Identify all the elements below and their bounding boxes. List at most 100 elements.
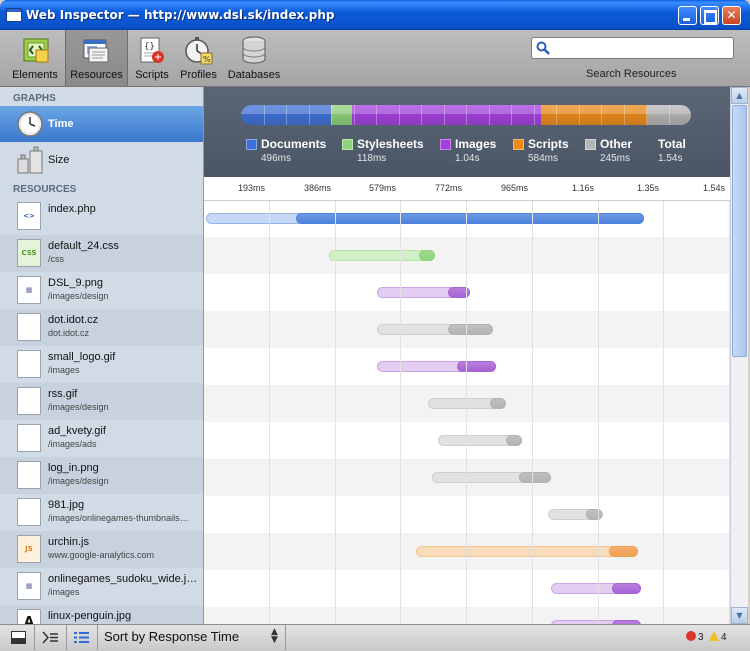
legend-label: Other <box>600 137 633 151</box>
legend-value: 118ms <box>357 153 387 164</box>
error-count[interactable]: 3 <box>686 631 704 643</box>
scroll-up-button[interactable]: ▲ <box>731 87 748 104</box>
minimize-button[interactable] <box>678 6 697 25</box>
timeline-row[interactable] <box>204 274 730 311</box>
timeline-row[interactable] <box>204 422 730 459</box>
legend-label: Stylesheets <box>357 137 424 151</box>
resource-item[interactable]: JS urchin.js www.google-analytics.com <box>0 531 203 568</box>
timeline-divider <box>466 177 467 624</box>
weights-icon <box>17 146 43 174</box>
error-icon <box>686 631 696 641</box>
timeline-download-bar <box>518 472 551 483</box>
resource-item[interactable]: small_logo.gif/images <box>0 346 203 383</box>
time-tick-label: 1.16s <box>571 183 594 193</box>
databases-label: Databases <box>227 69 281 81</box>
summary-graph: Documents 496ms Stylesheets 118ms Images 1.04… <box>204 87 730 177</box>
maximize-button[interactable] <box>700 6 719 25</box>
timeline-row[interactable] <box>204 459 730 496</box>
resource-item[interactable]: ad_kvety.gif/images/ads <box>0 420 203 457</box>
timeline-row[interactable] <box>204 348 730 385</box>
timeline-divider <box>269 177 270 624</box>
dock-button[interactable] <box>3 625 35 650</box>
js-file-icon: JS <box>17 535 41 563</box>
status-bar: Sort by Response Time ▲ ▼ 3 4 <box>0 624 750 651</box>
timeline-row[interactable] <box>204 570 730 607</box>
summary-bar <box>241 105 691 125</box>
search-field[interactable] <box>531 37 734 59</box>
time-tick-label: 579ms <box>368 183 396 193</box>
search-input[interactable] <box>556 40 730 58</box>
resource-item[interactable]: CSS default_24.css/css <box>0 235 203 272</box>
summary-bar-divider <box>511 105 512 125</box>
scroll-down-button[interactable]: ▼ <box>731 607 748 624</box>
graphs-header: GRAPHS <box>13 93 56 104</box>
scroll-thumb[interactable] <box>732 105 747 357</box>
warning-count[interactable]: 4 <box>709 631 727 643</box>
scripts-button[interactable]: {} Scripts <box>131 30 173 86</box>
resource-name: onlinegames_sudoku_wide.jpg <box>48 573 198 585</box>
summary-bar-divider <box>398 105 400 125</box>
resources-icon <box>83 39 109 63</box>
profiles-icon: % <box>185 37 213 65</box>
timeline-graph[interactable]: 193ms 386ms 579ms 772ms 965ms 1.16s 1.35s 1.54s <box>204 177 730 624</box>
scripts-label: Scripts <box>135 69 169 81</box>
timeline-row[interactable] <box>204 200 730 237</box>
summary-bar-divider <box>578 105 580 125</box>
timeline-divider <box>532 177 533 624</box>
summary-bar-divider <box>646 105 647 125</box>
profiles-button[interactable]: % Profiles <box>177 30 220 86</box>
summary-bar-divider <box>263 105 265 125</box>
resource-item[interactable]: ▦ onlinegames_sudoku_wide.jpg/images <box>0 568 203 605</box>
resource-item[interactable]: dot.idot.cz dot.idot.cz <box>0 309 203 346</box>
graph-item-time[interactable]: Time <box>0 106 203 142</box>
vertical-scrollbar[interactable]: ▲ ▼ <box>730 87 748 624</box>
legend-label: Documents <box>261 137 327 151</box>
timeline-download-bar <box>612 583 642 594</box>
timeline-row[interactable] <box>204 237 730 274</box>
timeline-divider <box>598 177 599 624</box>
select-arrows-icon: ▲ ▼ <box>271 627 278 645</box>
sort-select[interactable]: Sort by Response Time ▲ ▼ <box>97 625 286 650</box>
console-button[interactable] <box>35 625 67 650</box>
resource-item[interactable]: rss.gif/images/design <box>0 383 203 420</box>
legend-value: 496ms <box>261 153 292 164</box>
databases-button[interactable]: Databases <box>225 30 283 86</box>
resource-path: www.google-analytics.com <box>48 550 155 560</box>
resource-item[interactable]: ▦ DSL_9.png/images/design <box>0 272 203 309</box>
resource-item[interactable]: Alinux-penguin.jpg <box>0 605 203 624</box>
databases-icon <box>242 36 266 64</box>
resource-item[interactable]: log_in.png/images/design <box>0 457 203 494</box>
graph-item-size[interactable]: Size <box>0 142 203 178</box>
resources-button[interactable]: Resources <box>65 30 128 86</box>
resource-name: index.php <box>48 203 96 215</box>
close-button[interactable]: ✕ <box>722 6 741 25</box>
sort-select-value: Sort by Response Time <box>104 629 240 644</box>
file-icon <box>17 350 41 378</box>
file-icon <box>17 313 41 341</box>
resource-name: DSL_9.png <box>48 277 104 289</box>
legend-label: Scripts <box>528 137 569 151</box>
timeline-download-bar <box>447 324 493 335</box>
timeline-download-bar <box>296 213 645 224</box>
timeline-row[interactable] <box>204 496 730 533</box>
timeline-latency-bar <box>376 361 497 372</box>
resource-path: /images/design <box>48 476 109 486</box>
timeline-row[interactable] <box>204 607 730 624</box>
profiles-label: Profiles <box>180 69 217 81</box>
svg-text:%: % <box>203 55 211 64</box>
timeline-download-bar <box>457 361 497 372</box>
legend-swatch <box>246 139 257 150</box>
legend-value: 1.04s <box>455 153 480 164</box>
summary-bar-divider <box>533 105 535 125</box>
resource-item[interactable]: 981.jpg/images/onlinegames-thumbnails… <box>0 494 203 531</box>
timeline-row[interactable] <box>204 311 730 348</box>
timeline-divider <box>400 177 401 624</box>
toggle-sidebar-button[interactable] <box>66 625 98 650</box>
resource-path: /images/design <box>48 291 109 301</box>
clock-icon <box>17 111 43 137</box>
timeline-row[interactable] <box>204 533 730 570</box>
resource-item[interactable]: <> index.php <box>0 198 203 235</box>
elements-button[interactable]: Elements <box>5 30 65 86</box>
legend-value: 1.54s <box>658 153 683 164</box>
timeline-row[interactable] <box>204 385 730 422</box>
